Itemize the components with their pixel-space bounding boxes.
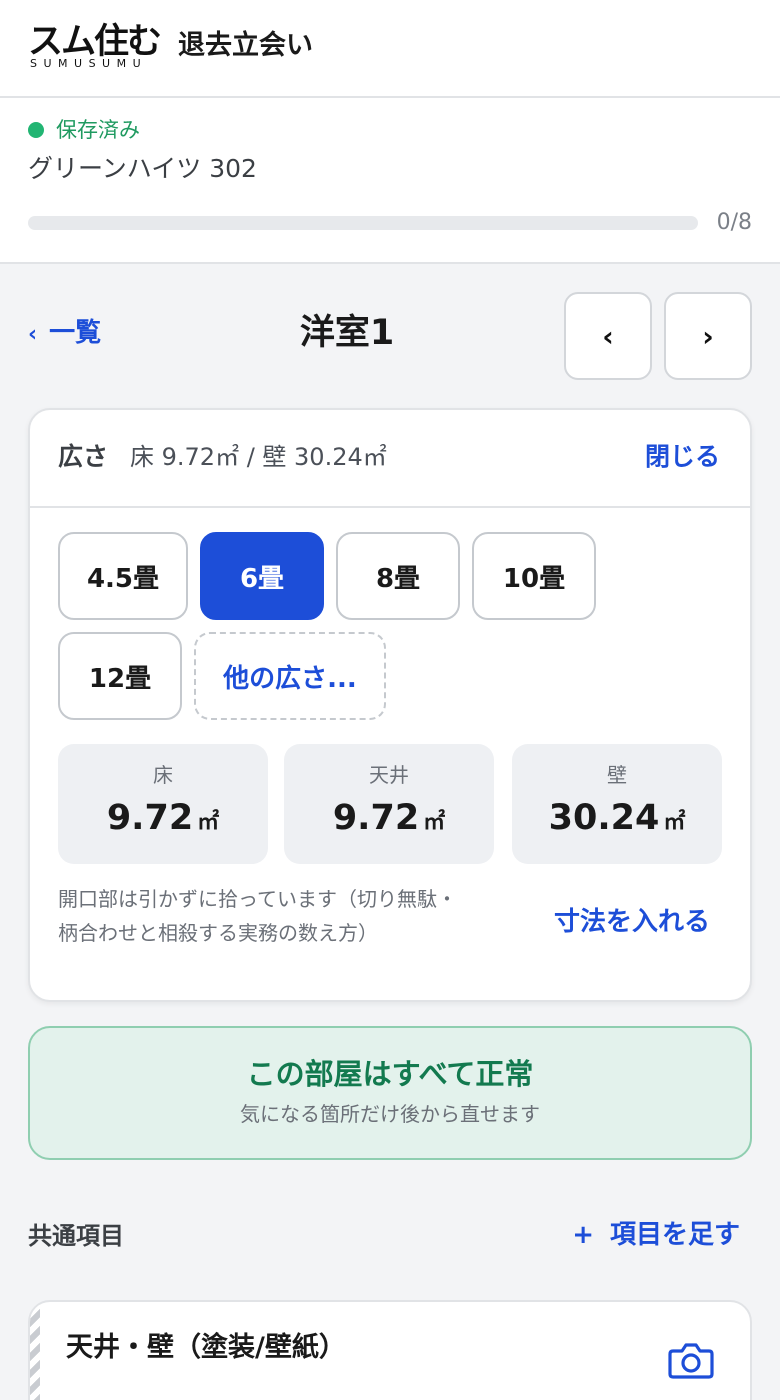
area-label: 広さ [58,442,109,471]
size-chip-10[interactable]: 10畳 [472,532,596,620]
other-size-button[interactable]: 他の広さ... [194,632,386,720]
next-room-button[interactable]: › [664,292,752,380]
size-chip-12[interactable]: 12畳 [58,632,182,720]
chevron-left-icon: ‹ [602,319,614,353]
ceiling-area-unit: ㎡ [423,810,446,835]
app-header: スム住む SUMUSUMU 退去立会い [0,0,780,98]
progress-count: 0/8 [716,210,752,235]
opening-note-line-1: 開口部は引かずに拾っています（切り無駄・ [58,887,457,911]
ceiling-area-value: 9.72 ㎡ [284,796,494,846]
ceiling-area-number: 9.72 [332,798,420,838]
ceiling-area-label: 天井 [369,763,409,787]
floor-area-number: 9.72 [106,798,194,838]
add-item-label: 項目を足す [609,1220,740,1250]
area-card: 広さ 床 9.72㎡ / 壁 30.24㎡ 閉じる 4.5畳 6畳 8畳 10畳… [28,408,752,1002]
logo-text: スム住む [28,22,162,62]
wall-area-number: 30.24 [548,798,660,838]
common-items-title: 共通項目 [28,1222,124,1250]
size-chip-8[interactable]: 8畳 [336,532,460,620]
floor-area-box: 床 9.72 ㎡ [58,744,268,864]
enter-dimensions-button[interactable]: 寸法を入れる [554,904,710,940]
room-title: 洋室1 [299,313,395,353]
wall-area-label: 壁 [607,763,627,787]
floor-area-unit: ㎡ [197,810,220,835]
property-name: グリーンハイツ 302 [28,154,257,183]
all-normal-title: この部屋はすべて正常 [246,1057,534,1091]
logo-subtext: SUMUSUMU [30,57,148,70]
plus-icon: + [572,1220,594,1250]
size-chip-4-5[interactable]: 4.5畳 [58,532,188,620]
opening-note-line-2: 柄合わせと相殺する実務の数え方） [58,921,378,945]
back-to-list-label: 一覧 [49,318,102,348]
inspection-item-title: 天井・壁（塗装/壁紙） [66,1332,346,1363]
add-item-button[interactable]: + 項目を足す [572,1216,740,1254]
saved-status-label: 保存済み [56,118,140,142]
all-normal-banner[interactable]: この部屋はすべて正常 気になる箇所だけ後から直せます [28,1026,752,1160]
ceiling-area-box: 天井 9.72 ㎡ [284,744,494,864]
area-card-header: 広さ 床 9.72㎡ / 壁 30.24㎡ 閉じる [30,410,750,508]
status-area: 保存済み グリーンハイツ 302 0/8 [0,98,780,264]
all-normal-subtitle: 気になる箇所だけ後から直せます [240,1102,540,1126]
previous-room-button[interactable]: ‹ [564,292,652,380]
close-area-button[interactable]: 閉じる [645,440,720,474]
size-chip-6[interactable]: 6畳 [200,532,324,620]
chevron-right-icon: › [702,319,714,353]
wall-area-unit: ㎡ [663,810,686,835]
camera-icon[interactable] [668,1340,714,1380]
saved-status-icon [28,122,44,138]
opening-note: 開口部は引かずに拾っています（切り無駄・ 柄合わせと相殺する実務の数え方） [58,882,518,950]
wall-area-box: 壁 30.24 ㎡ [512,744,722,864]
app-logo[interactable]: スム住む SUMUSUMU [28,22,168,72]
progress-bar [28,216,698,230]
app-title: 退去立会い [178,30,313,61]
item-status-stripe [30,1302,40,1400]
wall-area-value: 30.24 ㎡ [512,796,722,846]
area-summary: 床 9.72㎡ / 壁 30.24㎡ [130,443,387,471]
floor-area-label: 床 [153,763,173,787]
inspection-item-card[interactable]: 天井・壁（塗装/壁紙） [28,1300,752,1400]
back-to-list-link[interactable]: ‹ 一覧 [28,314,101,354]
floor-area-value: 9.72 ㎡ [58,796,268,846]
chevron-left-icon: ‹ [28,322,38,347]
